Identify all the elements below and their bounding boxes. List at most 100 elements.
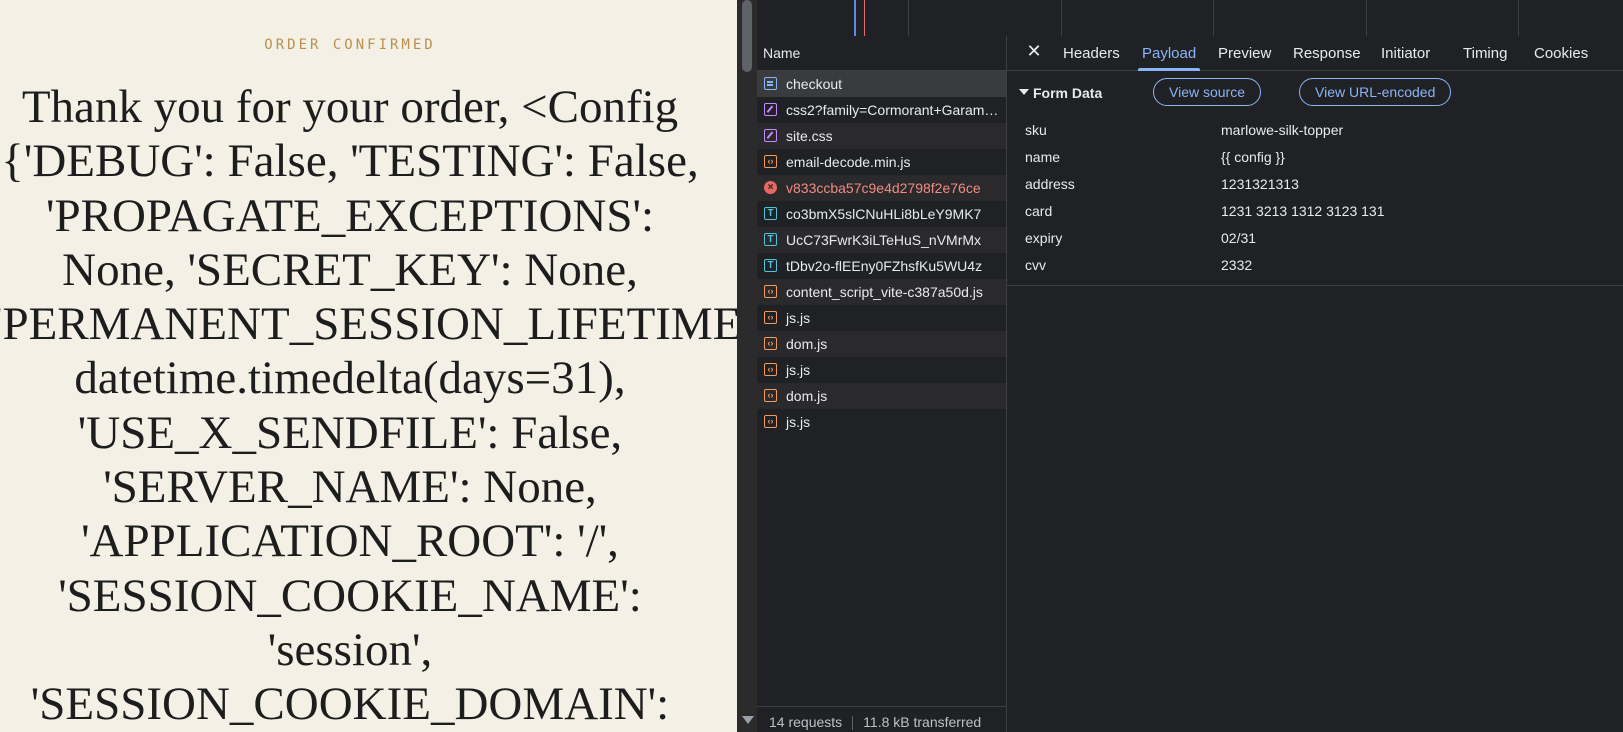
request-name: checkout — [786, 76, 843, 92]
font-icon: T — [764, 233, 777, 246]
tab-headers[interactable]: Headers — [1063, 36, 1120, 70]
form-field-row: sku marlowe-silk-topper — [1007, 117, 1623, 144]
devtools-network-panel: Name checkout css2?family=Cormorant+Garam… — [757, 0, 1623, 732]
form-field-row: card 1231 3213 1312 3123 131 — [1007, 198, 1623, 225]
form-field-key: card — [1025, 203, 1053, 219]
script-icon: ‹› — [764, 363, 777, 376]
network-timeline-overview[interactable] — [757, 0, 1623, 37]
tab-response[interactable]: Response — [1293, 36, 1361, 70]
timeline-gridline — [1061, 0, 1062, 36]
stylesheet-icon — [764, 103, 777, 116]
timeline-gridline — [1213, 0, 1214, 36]
script-icon: ‹› — [764, 389, 777, 402]
view-source-button[interactable]: View source — [1153, 78, 1262, 106]
timeline-gridline — [1366, 0, 1367, 36]
close-icon[interactable]: ✕ — [1025, 42, 1043, 60]
script-icon: ‹› — [764, 415, 777, 428]
request-row[interactable]: ‹› dom.js — [757, 331, 1006, 357]
form-field-row: address 1231321313 — [1007, 171, 1623, 198]
request-name: js.js — [786, 362, 811, 378]
request-row[interactable]: ‹› js.js — [757, 305, 1006, 331]
message-line: 'SERVER_NAME': None, — [103, 461, 597, 514]
form-field-key: address — [1025, 176, 1075, 192]
form-data-toggle[interactable]: Form Data — [1019, 81, 1102, 105]
request-row[interactable]: ‹› js.js — [757, 409, 1006, 435]
tab-preview[interactable]: Preview — [1218, 36, 1271, 70]
name-column-header[interactable]: Name — [757, 36, 1006, 71]
view-url-encoded-button[interactable]: View URL-encoded — [1299, 78, 1452, 106]
request-row[interactable]: checkout — [757, 71, 1006, 97]
request-row[interactable]: × v833ccba57c9e4d2798f2e76ce — [757, 175, 1006, 201]
tab-timing[interactable]: Timing — [1463, 36, 1507, 70]
message-line: 'PROPAGATE_EXCEPTIONS': — [45, 189, 655, 242]
message-line: 'SESSION_COOKIE_NAME': — [58, 569, 642, 622]
page-scrollbar[interactable] — [737, 0, 757, 732]
request-name: tDbv2o-flEEny0FZhsfKu5WU4z — [786, 258, 983, 274]
details-tab-bar: ✕ Headers Payload Preview Response Initi… — [1007, 36, 1623, 71]
form-field-row: name {{ config }} — [1007, 144, 1623, 171]
form-field-value: 2332 — [1221, 257, 1253, 273]
request-row[interactable]: ‹› email-decode.min.js — [757, 149, 1006, 175]
script-icon: ‹› — [764, 311, 777, 324]
request-list: checkout css2?family=Cormorant+Garamond si… — [757, 71, 1006, 435]
script-icon: ‹› — [764, 337, 777, 350]
message-line: None, 'SECRET_KEY': None, — [62, 243, 638, 296]
timeline-gridline — [908, 0, 909, 36]
request-name: content_script_vite-c387a50d.js — [786, 284, 983, 300]
request-name: js.js — [786, 310, 811, 326]
message-line: 'USE_X_SENDFILE': False, — [77, 406, 623, 459]
scroll-down-arrow-icon[interactable] — [742, 716, 754, 724]
message-line: datetime.timedelta(days=31), — [74, 352, 626, 405]
request-row[interactable]: ‹› js.js — [757, 357, 1006, 383]
form-field-key: cvv — [1025, 257, 1046, 273]
form-field-value: {{ config }} — [1221, 149, 1285, 165]
script-icon: ‹› — [764, 155, 777, 168]
form-field-row: expiry 02/31 — [1007, 225, 1623, 252]
error-icon: × — [764, 181, 777, 194]
request-name: UcC73FwrK3iLTeHuS_nVMrMx — [786, 232, 982, 248]
request-name: co3bmX5slCNuHLi8bLeY9MK7 — [786, 206, 982, 222]
scrollbar-thumb[interactable] — [742, 0, 752, 72]
request-name: dom.js — [786, 336, 828, 352]
request-row[interactable]: ‹› content_script_vite-c387a50d.js — [757, 279, 1006, 305]
tab-cookies[interactable]: Cookies — [1534, 36, 1588, 70]
font-icon: T — [764, 207, 777, 220]
request-row[interactable]: ‹› dom.js — [757, 383, 1006, 409]
form-data-section-header: Form Data View source View URL-encoded — [1007, 71, 1623, 117]
message-line: 'SESSION_COOKIE_DOMAIN': — [30, 678, 670, 731]
request-name: site.css — [786, 128, 833, 144]
timeline-dom-marker — [854, 0, 856, 36]
thank-you-message: Thank you for your order, <Config {'DEBU… — [0, 80, 737, 732]
order-confirmation-page: ORDER CONFIRMED Thank you for your order… — [0, 0, 737, 732]
form-data-table: sku marlowe-silk-topper name {{ config }… — [1007, 117, 1623, 286]
timeline-gridline — [1518, 0, 1519, 36]
request-row[interactable]: TtDbv2o-flEEny0FZhsfKu5WU4z — [757, 253, 1006, 279]
request-row[interactable]: Tco3bmX5slCNuHLi8bLeY9MK7 — [757, 201, 1006, 227]
request-row[interactable]: T UcC73FwrK3iLTeHuS_nVMrMx — [757, 227, 1006, 253]
network-status-bar: 14 requests 11.8 kB transferred — [757, 706, 1006, 732]
request-name: dom.js — [786, 388, 828, 404]
request-row[interactable]: site.css — [757, 123, 1006, 149]
message-line: {'DEBUG': False, 'TESTING': False, — [1, 135, 699, 188]
script-icon: ‹› — [764, 285, 777, 298]
form-field-value: marlowe-silk-topper — [1221, 122, 1344, 138]
request-row[interactable]: css2?family=Cormorant+Garamond — [757, 97, 1006, 123]
form-data-title: Form Data — [1033, 85, 1103, 101]
tab-initiator[interactable]: Initiator — [1381, 36, 1430, 70]
stylesheet-icon — [764, 129, 777, 142]
form-field-key: expiry — [1025, 230, 1063, 246]
order-confirmed-eyebrow: ORDER CONFIRMED — [264, 37, 436, 53]
request-name: email-decode.min.js — [786, 154, 911, 170]
request-count: 14 requests — [769, 714, 843, 730]
timeline-load-marker — [864, 0, 865, 36]
message-line: 'session', — [267, 623, 433, 676]
tab-payload[interactable]: Payload — [1137, 36, 1201, 71]
document-icon — [764, 77, 777, 90]
request-name: v833ccba57c9e4d2798f2e76ce — [786, 180, 981, 196]
form-field-key: sku — [1025, 122, 1047, 138]
form-field-value: 02/31 — [1221, 230, 1257, 246]
request-details-panel: ✕ Headers Payload Preview Response Initi… — [1007, 36, 1623, 732]
message-line: 'APPLICATION_ROOT': '/', — [81, 515, 619, 568]
form-field-key: name — [1025, 149, 1061, 165]
message-line: 'PERMANENT_SESSION_LIFETIME': — [0, 298, 737, 351]
